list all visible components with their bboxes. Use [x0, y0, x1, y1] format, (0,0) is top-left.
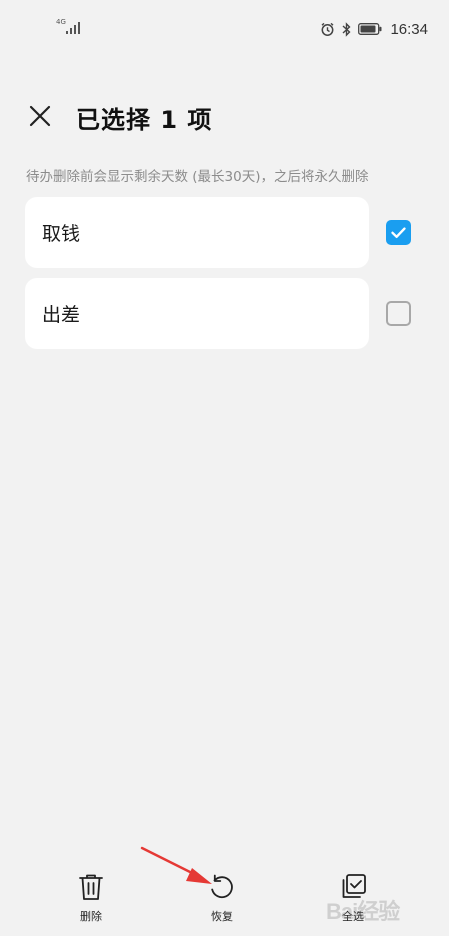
annotation-arrow-icon	[140, 846, 212, 884]
todo-item-label: 出差	[42, 304, 81, 326]
todo-item-0[interactable]: 取钱	[25, 197, 369, 268]
network-status: 4G	[56, 18, 86, 38]
watermark: Bai经验	[326, 884, 424, 924]
trash-icon	[79, 874, 103, 900]
todo-item-label: 取钱	[42, 223, 81, 245]
todo-item-1[interactable]: 出差	[25, 278, 369, 349]
signal-icon	[64, 22, 82, 34]
watermark-text: Bai经验	[326, 899, 400, 924]
close-button[interactable]	[26, 102, 54, 130]
status-time: 16:34	[390, 20, 428, 38]
alarm-icon	[320, 22, 335, 37]
battery-icon	[358, 23, 382, 35]
delete-button[interactable]: 删除	[56, 872, 126, 930]
todo-item-1-checkbox[interactable]	[386, 301, 411, 326]
page-title: 已选择 1 项	[76, 106, 213, 134]
deletion-hint: 待办删除前会显示剩余天数 (最长30天)，之后将永久删除	[26, 169, 369, 185]
restore-label: 恢复	[211, 910, 233, 923]
screen: 4G 16:34 已选择 1 项 待办删除前会显示剩余天数 (最长30天)，之后…	[0, 0, 449, 936]
close-icon	[29, 105, 51, 127]
status-bar: 4G 16:34	[0, 0, 449, 56]
selection-header: 已选择 1 项	[0, 96, 449, 140]
delete-label: 删除	[80, 910, 102, 923]
todo-item-0-checkbox[interactable]	[386, 220, 411, 245]
system-status-icons: 16:34	[320, 19, 428, 39]
bluetooth-icon	[341, 21, 352, 37]
checkmark-icon	[391, 227, 406, 238]
